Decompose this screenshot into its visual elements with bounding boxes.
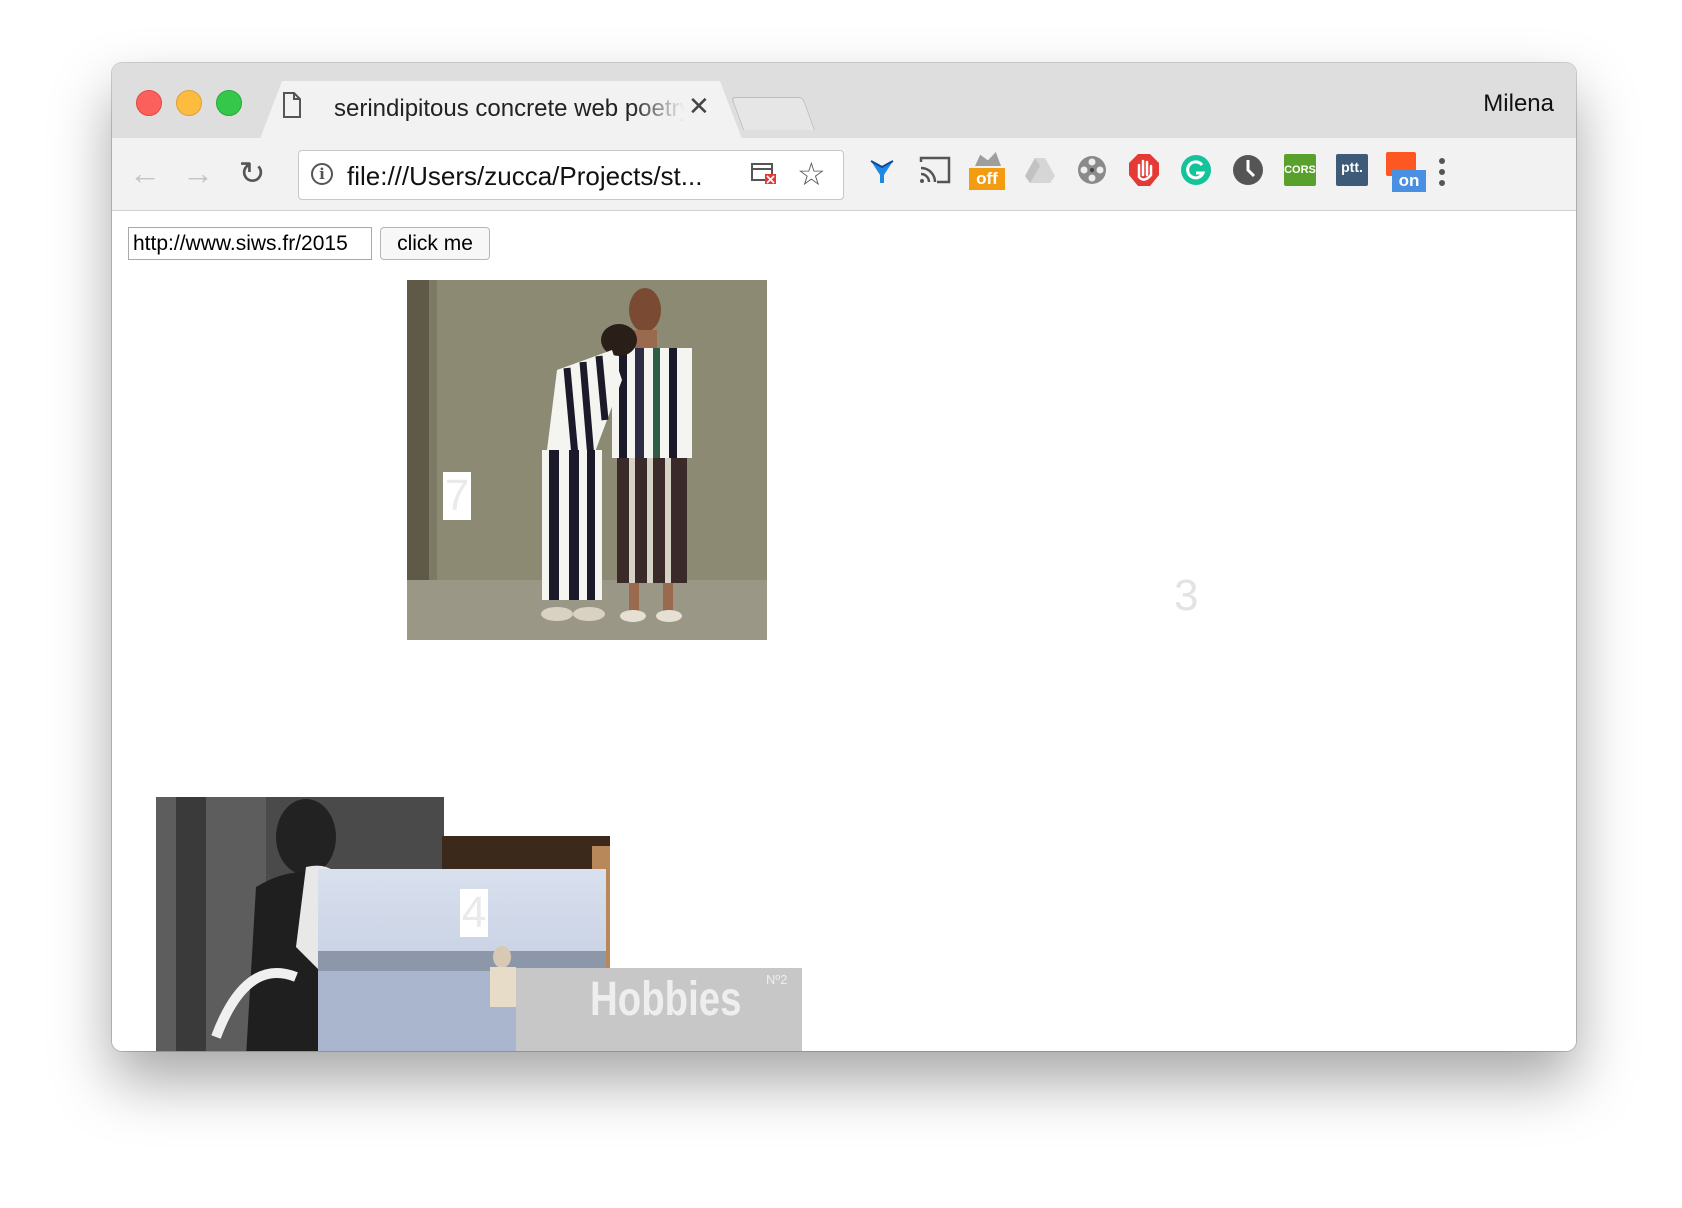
minimize-window-button[interactable]	[176, 90, 202, 116]
cors-icon[interactable]: CORS	[1282, 152, 1318, 188]
number-3-label: 3	[1174, 571, 1199, 620]
vpn-icon[interactable]	[864, 152, 900, 188]
ptt-icon[interactable]: ptt.	[1334, 152, 1370, 188]
cors-label: CORS	[1284, 154, 1316, 186]
zoom-window-button[interactable]	[216, 90, 242, 116]
browser-toolbar: ← → ↻ i file:///Users/zucca/Projects/st.…	[112, 138, 1576, 211]
browser-window: serindipitous concrete web poetry ✕ Mile…	[112, 63, 1576, 1051]
blocked-popup-icon[interactable]	[751, 163, 777, 185]
new-tab-button[interactable]	[730, 97, 816, 130]
hobbies-magazine-photo: Hobbies Nº2	[516, 968, 802, 1051]
film-reel-icon[interactable]	[1074, 152, 1110, 188]
url-input[interactable]	[128, 227, 372, 260]
url-text[interactable]: file:///Users/zucca/Projects/st...	[347, 161, 702, 192]
ptt-label: ptt.	[1336, 154, 1368, 186]
adblock-icon[interactable]	[1126, 152, 1162, 188]
fashion-photo: 7	[407, 280, 767, 640]
off-label: off	[969, 168, 1005, 190]
back-arrow-icon[interactable]: ←	[127, 155, 163, 191]
page-content: click me	[112, 211, 1576, 1051]
hobbies-title: Hobbies	[590, 973, 742, 1026]
grammarly-icon[interactable]	[1178, 152, 1214, 188]
on-toggle-icon[interactable]: on	[1386, 152, 1426, 192]
menu-dots-icon[interactable]	[1432, 152, 1452, 192]
info-icon[interactable]: i	[311, 163, 333, 185]
clock-icon[interactable]	[1230, 152, 1266, 188]
tab-title: serindipitous concrete web poetry	[334, 95, 684, 122]
tab-close-icon[interactable]: ✕	[688, 92, 710, 120]
hobbies-issue: Nº2	[766, 972, 788, 987]
number-7-label: 7	[443, 471, 471, 520]
number-4-label: 4	[460, 888, 488, 937]
profile-name[interactable]: Milena	[1483, 90, 1554, 118]
forward-arrow-icon[interactable]: →	[180, 155, 216, 191]
document-icon	[283, 92, 301, 118]
cast-icon[interactable]	[917, 152, 953, 188]
bookmark-star-icon[interactable]: ☆	[797, 155, 826, 193]
off-toggle-icon[interactable]: off	[969, 152, 1007, 192]
drive-icon[interactable]	[1022, 152, 1058, 188]
title-bar: serindipitous concrete web poetry ✕ Mile…	[112, 63, 1576, 139]
on-label: on	[1392, 170, 1426, 192]
reload-icon[interactable]: ↻	[234, 155, 270, 191]
click-me-button[interactable]: click me	[380, 227, 490, 260]
address-bar[interactable]: i file:///Users/zucca/Projects/st... ☆	[298, 150, 844, 200]
close-window-button[interactable]	[136, 90, 162, 116]
